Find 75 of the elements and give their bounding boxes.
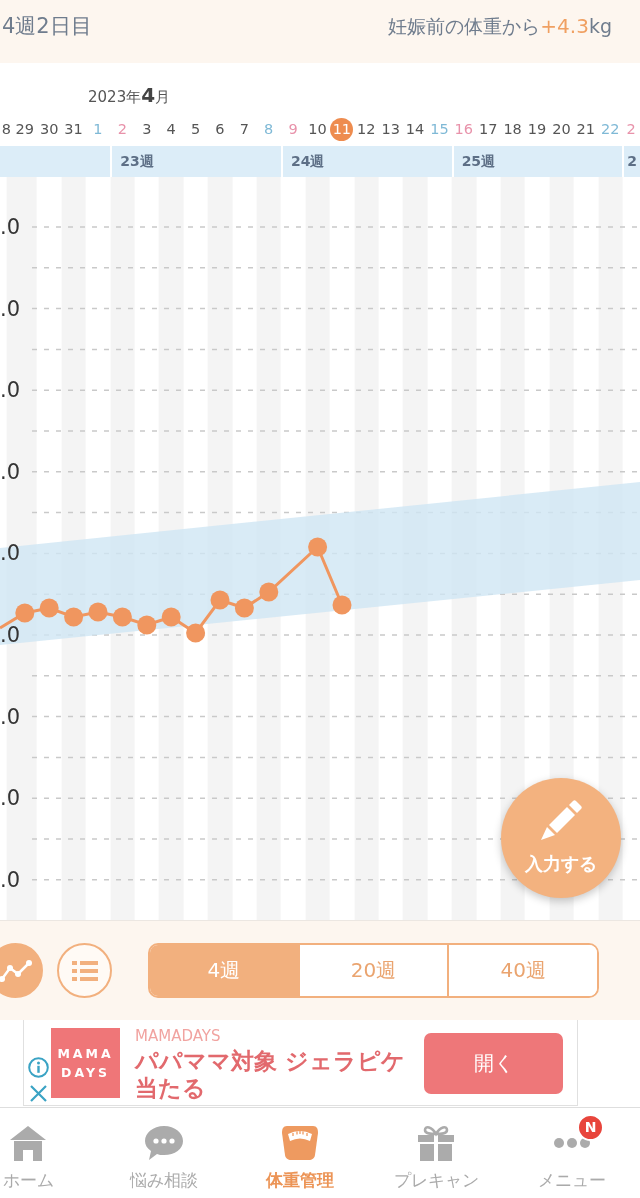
- date-label: 20: [552, 120, 571, 139]
- list-view-button[interactable]: [57, 943, 112, 998]
- notification-badge: N: [577, 1114, 604, 1141]
- y-axis-label: .0: [0, 867, 21, 892]
- date-label: 1: [93, 120, 103, 139]
- data-point: [259, 582, 279, 602]
- range-tab[interactable]: 40週: [447, 945, 597, 996]
- date-label: 3: [142, 120, 152, 139]
- date-label: 17: [479, 120, 498, 139]
- date-label: 2: [117, 120, 127, 139]
- date-label: 21: [576, 120, 595, 139]
- date-label: 18: [503, 120, 522, 139]
- data-point: [15, 603, 35, 623]
- date-label: 7: [239, 120, 249, 139]
- date-label: 9: [288, 120, 298, 139]
- more-dots-icon: [554, 1138, 590, 1148]
- date-label: 22: [600, 120, 620, 139]
- data-point: [332, 595, 352, 615]
- data-point: [137, 615, 157, 635]
- tab-bar-item[interactable]: 悩み相談: [130, 1108, 198, 1198]
- data-point: [64, 607, 84, 627]
- date-label: 11: [330, 118, 354, 141]
- ad-headline: パパママ対象 ジェラピケ当たる: [135, 1048, 406, 1102]
- date-label: 15: [430, 120, 449, 139]
- date-label: 10: [308, 120, 327, 139]
- info-icon[interactable]: [27, 1057, 49, 1078]
- data-point: [112, 607, 132, 627]
- data-point: [161, 607, 181, 627]
- data-point: [210, 590, 230, 610]
- date-label: 4: [166, 120, 176, 139]
- date-label: 13: [381, 120, 400, 139]
- data-point: [186, 623, 206, 643]
- date-label: 31: [64, 120, 83, 139]
- data-point: [308, 537, 328, 557]
- date-label: 5: [190, 120, 201, 139]
- ad-advertiser: MAMADAYS: [135, 1028, 222, 1045]
- pencil-icon: [540, 800, 582, 840]
- date-label: 8: [1, 120, 11, 139]
- tab-bar-item[interactable]: 体重管理: [266, 1108, 334, 1198]
- home-icon: [9, 1125, 47, 1161]
- month-label: 2023年4月: [88, 84, 171, 108]
- close-icon[interactable]: [29, 1085, 47, 1102]
- y-axis-label: .0: [0, 704, 21, 729]
- date-label: 30: [39, 120, 59, 139]
- chat-bubble-icon: [145, 1126, 183, 1160]
- y-axis-label: .0: [0, 623, 21, 647]
- y-axis-label: .0: [0, 296, 21, 321]
- ad-logo: MAMA DAYS: [51, 1028, 120, 1098]
- date-label: 16: [454, 120, 474, 139]
- y-axis-label: .0: [0, 215, 21, 239]
- tab-bar-item[interactable]: プレキャン: [393, 1108, 479, 1198]
- graph-view-button[interactable]: [0, 943, 43, 998]
- date-label: 14: [405, 120, 425, 139]
- scale-icon: [282, 1126, 318, 1160]
- gift-icon: [418, 1125, 454, 1161]
- data-point: [39, 598, 59, 618]
- list-icon: [71, 960, 98, 981]
- date-label: 6: [215, 120, 225, 139]
- data-point: [234, 598, 254, 618]
- y-axis-label: .0: [0, 378, 21, 403]
- range-tab[interactable]: 4週: [150, 945, 298, 996]
- weight-gain-text: 妊娠前の体重から+4.3kg: [388, 13, 612, 40]
- data-point: [88, 602, 108, 622]
- date-label: 12: [357, 120, 376, 139]
- y-axis-label: .0: [0, 541, 21, 566]
- date-label: 19: [527, 120, 547, 139]
- date-label: 8: [264, 120, 274, 139]
- ad-open-button[interactable]: 開く: [424, 1033, 563, 1094]
- line-chart-icon: [0, 959, 32, 982]
- pregnancy-week-day: 4週2日目: [2, 11, 92, 41]
- tab-bar-item[interactable]: ホーム: [2, 1108, 54, 1198]
- y-axis-label: .0: [0, 786, 21, 811]
- date-label: 29: [15, 120, 34, 139]
- date-label: 2: [626, 120, 636, 139]
- y-axis-label: .0: [0, 459, 21, 484]
